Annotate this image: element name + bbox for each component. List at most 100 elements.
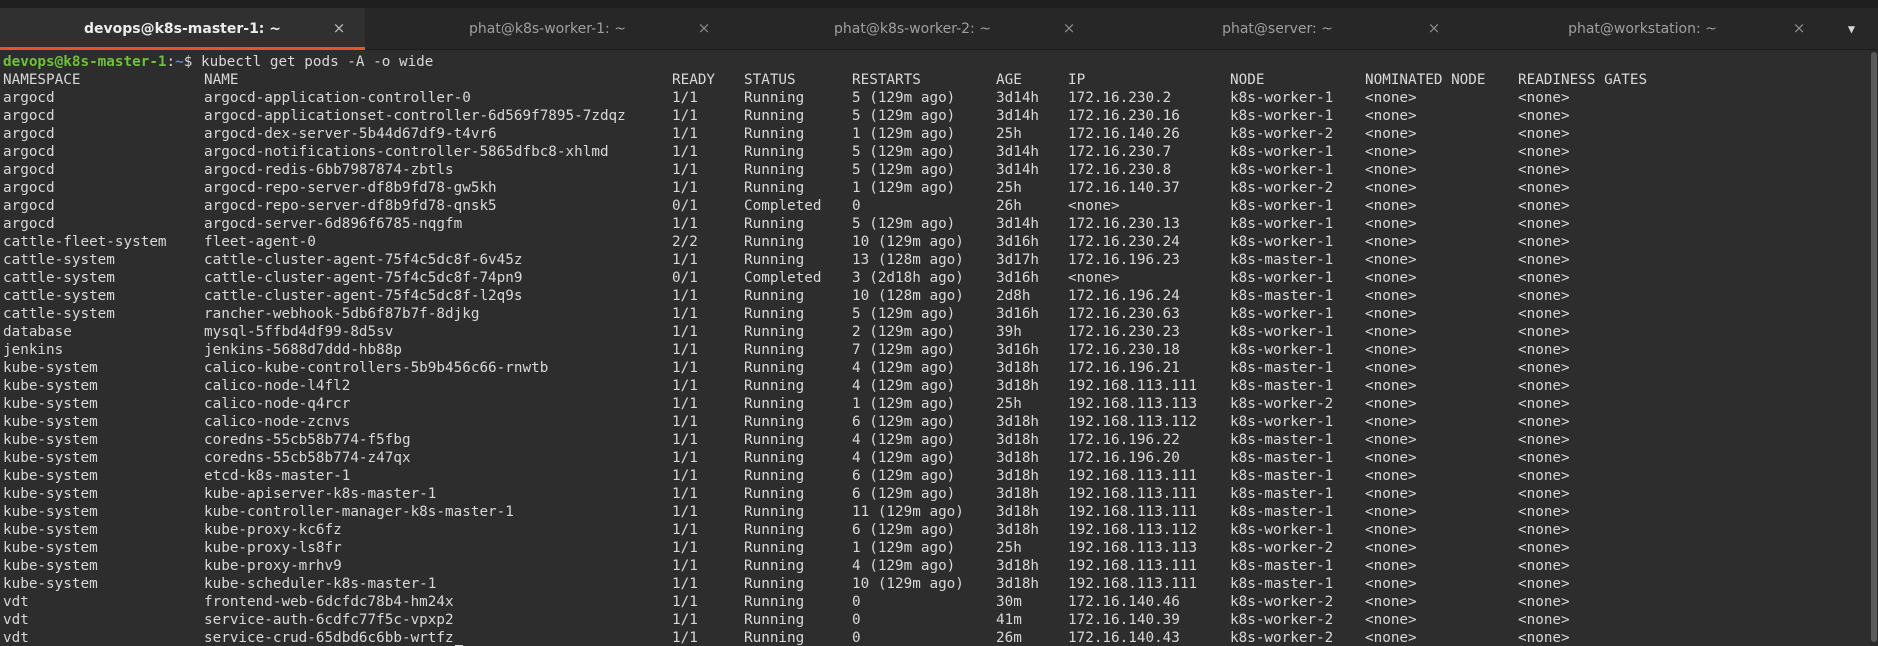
cell-pod-name: cattle-cluster-agent-75f4c5dc8f-74pn9	[204, 270, 523, 286]
close-icon[interactable]: ×	[696, 19, 712, 37]
table-row: kube-system calico-node-zcnvs 1/1 Running 6 …	[3, 413, 1878, 431]
cell-restarts: 4 (129m ago)	[852, 450, 956, 466]
cell-age: 39h	[996, 324, 1022, 340]
cell-ready: 1/1	[672, 450, 698, 466]
table-row: kube-system kube-controller-manager-k8s-m…	[3, 503, 1878, 521]
cell-namespace: jenkins	[3, 342, 64, 358]
cell-status: Running	[744, 612, 805, 628]
cell-namespace: kube-system	[3, 468, 98, 484]
cell-age: 3d17h	[996, 252, 1040, 268]
cell-status: Running	[744, 342, 805, 358]
terminal-output[interactable]: devops@k8s-master-1:~$ kubectl get pods …	[0, 50, 1878, 646]
tab-phat-workstation[interactable]: phat@workstation: ~ ×	[1460, 8, 1825, 50]
cell-namespace: cattle-system	[3, 252, 115, 268]
cell-status: Running	[744, 414, 805, 430]
cell-ip: 172.16.230.2	[1068, 90, 1172, 106]
cell-ip: 192.168.113.113	[1068, 540, 1198, 556]
scrollbar-thumb[interactable]	[1871, 52, 1877, 642]
cell-ready: 1/1	[672, 378, 698, 394]
cell-pod-name: kube-scheduler-k8s-master-1	[204, 576, 437, 592]
cell-restarts: 4 (129m ago)	[852, 432, 956, 448]
cell-node: k8s-worker-1	[1230, 90, 1334, 106]
table-row: vdt frontend-web-6dcfdc78b4-hm24x 1/1 Runni…	[3, 593, 1878, 611]
cell-ready: 1/1	[672, 180, 698, 196]
tab-label: phat@k8s-worker-1: ~	[469, 21, 626, 37]
cell-readiness-gates: <none>	[1518, 126, 1570, 142]
cell-readiness-gates: <none>	[1518, 414, 1570, 430]
command-line: devops@k8s-master-1:~$ kubectl get pods …	[3, 53, 1878, 71]
cell-status: Running	[744, 630, 805, 646]
cell-readiness-gates: <none>	[1518, 360, 1570, 376]
cell-pod-name: argocd-applicationset-controller-6d569f7…	[204, 108, 626, 124]
cell-nominated-node: <none>	[1365, 450, 1417, 466]
cell-ready: 1/1	[672, 216, 698, 232]
cell-restarts: 5 (129m ago)	[852, 90, 956, 106]
cell-readiness-gates: <none>	[1518, 558, 1570, 574]
cell-ip: 172.16.230.23	[1068, 324, 1180, 340]
cell-nominated-node: <none>	[1365, 414, 1417, 430]
cell-nominated-node: <none>	[1365, 468, 1417, 484]
cell-node: k8s-worker-1	[1230, 324, 1334, 340]
cell-readiness-gates: <none>	[1518, 486, 1570, 502]
table-row: jenkins jenkins-5688d7ddd-hb88p 1/1 Running…	[3, 341, 1878, 359]
cell-ready: 1/1	[672, 558, 698, 574]
cell-ready: 1/1	[672, 144, 698, 160]
cell-namespace: argocd	[3, 144, 55, 160]
cell-namespace: kube-system	[3, 540, 98, 556]
cell-node: k8s-worker-1	[1230, 414, 1334, 430]
tab-phat-k8s-worker-2[interactable]: phat@k8s-worker-2: ~ ×	[730, 8, 1095, 50]
close-icon[interactable]: ×	[331, 19, 347, 37]
cell-readiness-gates: <none>	[1518, 450, 1570, 466]
header-ready: READY	[672, 72, 716, 88]
cell-pod-name: coredns-55cb58b774-f5fbg	[204, 432, 411, 448]
cell-ip: 192.168.113.111	[1068, 504, 1198, 520]
cell-nominated-node: <none>	[1365, 486, 1417, 502]
cell-pod-name: calico-kube-controllers-5b9b456c66-rnwtb	[204, 360, 549, 376]
title-strip	[0, 0, 1878, 8]
cell-ready: 1/1	[672, 342, 698, 358]
cell-node: k8s-worker-1	[1230, 198, 1334, 214]
cell-status: Running	[744, 468, 805, 484]
cell-status: Running	[744, 486, 805, 502]
close-icon[interactable]: ×	[1061, 19, 1077, 37]
cell-ready: 1/1	[672, 252, 698, 268]
cell-ip: 192.168.113.111	[1068, 468, 1198, 484]
cell-ready: 2/2	[672, 234, 698, 250]
cell-ready: 1/1	[672, 630, 698, 646]
close-icon[interactable]: ×	[1791, 19, 1807, 37]
prompt-separator: :	[166, 54, 176, 70]
cell-ready: 1/1	[672, 468, 698, 484]
close-icon[interactable]: ×	[1426, 19, 1442, 37]
cell-age: 25h	[996, 396, 1022, 412]
table-row: argocd argocd-repo-server-df8b9fd78-gw5kh…	[3, 179, 1878, 197]
prompt-user-host: devops@k8s-master-1	[3, 54, 167, 70]
cell-restarts: 0	[852, 612, 861, 628]
cell-restarts: 11 (129m ago)	[852, 504, 964, 520]
cell-ready: 1/1	[672, 126, 698, 142]
cell-node: k8s-master-1	[1230, 288, 1334, 304]
tab-phat-server[interactable]: phat@server: ~ ×	[1095, 8, 1460, 50]
cell-node: k8s-worker-1	[1230, 162, 1334, 178]
cell-ip: 172.16.230.24	[1068, 234, 1180, 250]
cell-status: Running	[744, 216, 805, 232]
cell-ready: 1/1	[672, 432, 698, 448]
tab-devops-k8s-master-1[interactable]: devops@k8s-master-1: ~ ×	[0, 8, 365, 50]
cell-readiness-gates: <none>	[1518, 198, 1570, 214]
tab-phat-k8s-worker-1[interactable]: phat@k8s-worker-1: ~ ×	[365, 8, 730, 50]
cell-node: k8s-worker-2	[1230, 180, 1334, 196]
cell-node: k8s-worker-2	[1230, 612, 1334, 628]
cell-nominated-node: <none>	[1365, 306, 1417, 322]
cell-status: Running	[744, 234, 805, 250]
cell-namespace: cattle-fleet-system	[3, 234, 167, 250]
cell-node: k8s-worker-1	[1230, 216, 1334, 232]
cell-status: Running	[744, 360, 805, 376]
header-age: AGE	[996, 72, 1022, 88]
prompt-path: ~	[175, 54, 184, 70]
cell-pod-name: argocd-repo-server-df8b9fd78-qnsk5	[204, 198, 497, 214]
cell-restarts: 1 (129m ago)	[852, 126, 956, 142]
cell-namespace: vdt	[3, 612, 29, 628]
tab-label: phat@server: ~	[1222, 21, 1333, 37]
chevron-down-icon[interactable]: ▼	[1825, 8, 1878, 50]
cell-node: k8s-worker-2	[1230, 594, 1334, 610]
scrollbar[interactable]	[1870, 50, 1878, 646]
